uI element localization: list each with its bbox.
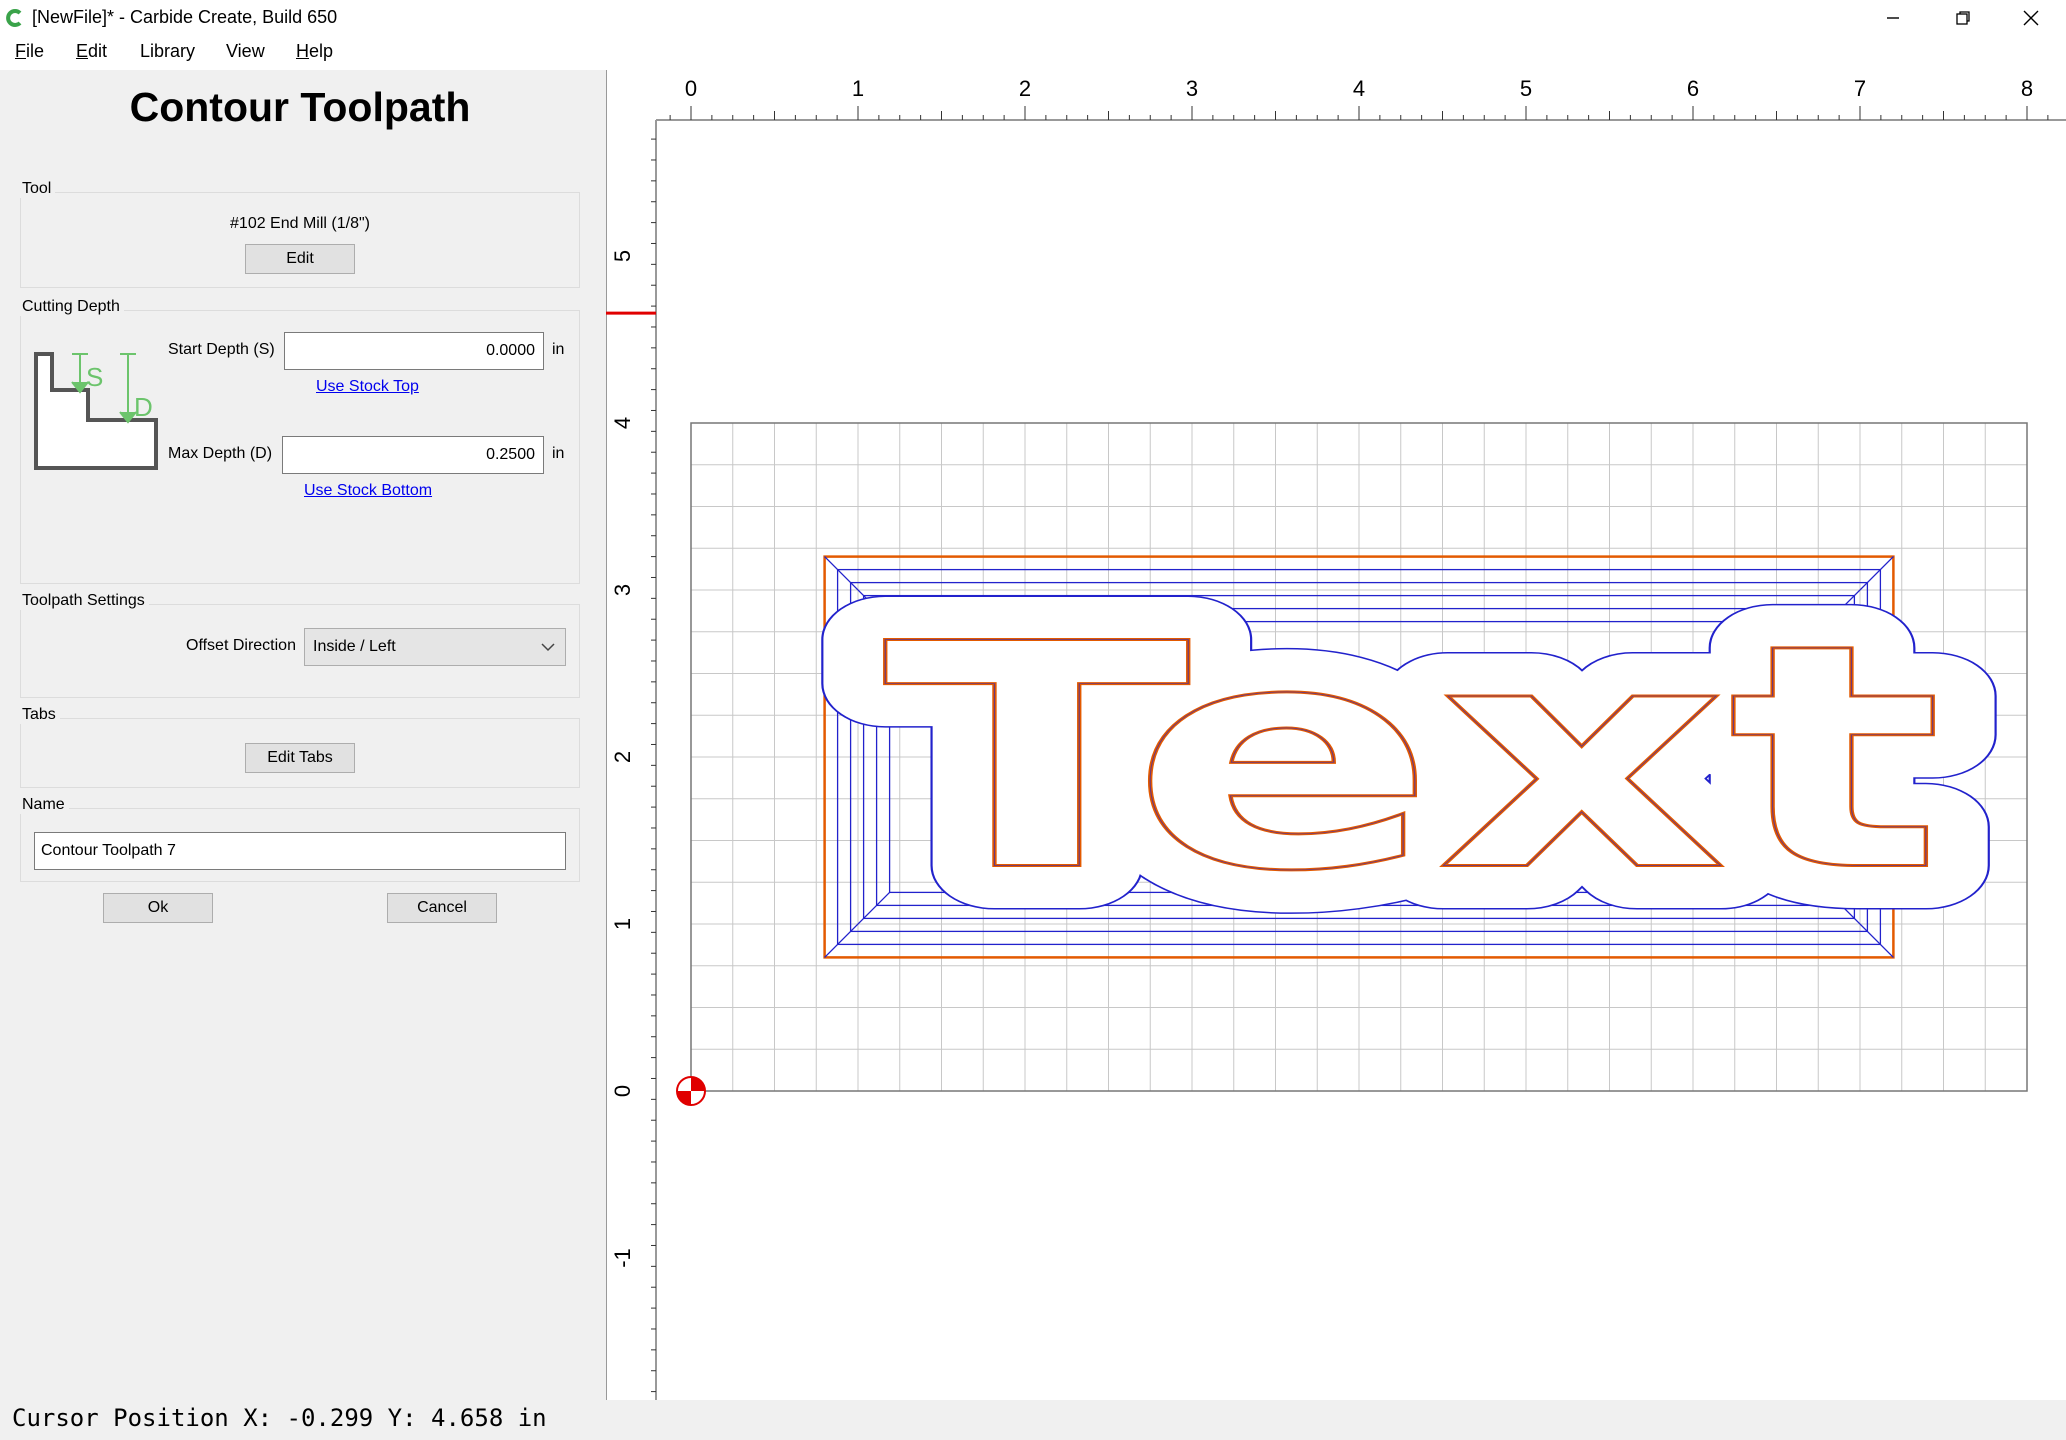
ruler-y-label: -1 — [610, 1248, 635, 1268]
cursor-position-readout: Cursor Position X: -0.299 Y: 4.658 in — [12, 1404, 547, 1432]
window-title: [NewFile]* - Carbide Create, Build 650 — [32, 7, 338, 27]
ruler-y-label: 2 — [610, 751, 635, 763]
close-icon — [2023, 10, 2039, 26]
max-depth-unit: in — [552, 445, 565, 462]
ruler-y-label: 1 — [610, 918, 635, 930]
ruler-x-label: 2 — [1019, 76, 1031, 101]
corner-path — [824, 556, 891, 623]
origin-marker-icon — [676, 1076, 706, 1106]
ruler-x-label: 6 — [1687, 76, 1699, 101]
start-depth-label: Start Depth (S) — [168, 341, 275, 358]
use-stock-top-link[interactable]: Use Stock Top — [316, 378, 419, 396]
max-depth-input[interactable]: 0.2500 — [282, 436, 544, 474]
menu-edit[interactable]: Edit — [76, 41, 107, 62]
restore-button[interactable] — [1928, 0, 1998, 36]
ruler-left — [606, 70, 656, 1400]
cutting-depth-label: Cutting Depth — [18, 298, 124, 316]
offset-direction-label: Offset Direction — [186, 637, 296, 654]
ruler-y-label: 3 — [610, 584, 635, 596]
minimize-button[interactable] — [1858, 0, 1928, 36]
ruler-x-label: 5 — [1520, 76, 1532, 101]
cancel-button[interactable]: Cancel — [387, 893, 497, 923]
toolpath-settings-label: Toolpath Settings — [18, 592, 149, 610]
ruler-y-label: 4 — [610, 417, 635, 429]
tool-edit-button[interactable]: Edit — [245, 244, 355, 274]
design-canvas[interactable]: 0 1 2 3 4 5 6 7 8 5 4 3 2 1 0 -1 Text Text Text Text Text T… — [606, 70, 2066, 1400]
tabs-group-label: Tabs — [18, 706, 60, 724]
ruler-x-label: 1 — [852, 76, 864, 101]
tool-name: #102 End Mill (1/8") — [230, 215, 370, 232]
depth-d-label: D — [134, 392, 153, 422]
ruler-y-label: 5 — [610, 250, 635, 262]
origin-quadrant-1 — [691, 1077, 705, 1091]
start-depth-input[interactable]: 0.0000 — [284, 332, 544, 370]
cutting-depth-diagram-icon: S D — [34, 352, 158, 470]
minimize-icon — [1887, 17, 1899, 19]
origin-quadrant-3 — [677, 1091, 691, 1105]
close-button[interactable] — [1996, 0, 2066, 36]
text-inner-path: Text — [883, 579, 1943, 940]
ruler-x-label: 7 — [1854, 76, 1866, 101]
use-stock-bottom-link[interactable]: Use Stock Bottom — [304, 482, 432, 500]
menu-file[interactable]: File — [15, 41, 44, 62]
ruler-top — [606, 70, 2066, 120]
chevron-down-icon — [541, 643, 555, 652]
toolpath-name-input[interactable]: Contour Toolpath 7 — [34, 832, 566, 870]
depth-s-label: S — [86, 362, 103, 392]
carbide-create-logo-icon — [6, 9, 22, 27]
start-depth-unit: in — [552, 341, 565, 358]
offset-direction-select[interactable]: Inside / Left — [304, 628, 566, 666]
menu-view[interactable]: View — [226, 41, 265, 62]
name-group-label: Name — [18, 796, 69, 814]
restore-icon — [1956, 11, 1970, 25]
edit-tabs-button[interactable]: Edit Tabs — [245, 743, 355, 773]
ruler-y-label: 0 — [610, 1085, 635, 1097]
ruler-x-label: 8 — [2021, 76, 2033, 101]
ruler-x-label: 4 — [1353, 76, 1365, 101]
cad-drawing[interactable]: 0 1 2 3 4 5 6 7 8 5 4 3 2 1 0 -1 TextTextTextTextTextT… — [606, 70, 2066, 1400]
corner-path — [824, 891, 891, 958]
max-depth-label: Max Depth (D) — [168, 445, 273, 462]
ruler-x-label: 3 — [1186, 76, 1198, 101]
offset-direction-value: Inside / Left — [313, 638, 396, 655]
ok-button[interactable]: Ok — [103, 893, 213, 923]
menu-library[interactable]: Library — [140, 41, 195, 62]
tool-group-label: Tool — [18, 180, 56, 198]
ruler-x-label: 0 — [685, 76, 697, 101]
menu-bar: File Edit Library View Help — [0, 36, 2066, 70]
panel-title: Contour Toolpath — [129, 84, 471, 130]
title-bar: [NewFile]* - Carbide Create, Build 650 — [0, 0, 2066, 36]
menu-help[interactable]: Help — [296, 41, 333, 62]
toolpath-panel: Contour Toolpath Tool #102 End Mill (1/8… — [0, 70, 606, 1400]
text-toolpaths: TextTextTextTextTextTextTextTextTextText… — [839, 535, 1987, 984]
